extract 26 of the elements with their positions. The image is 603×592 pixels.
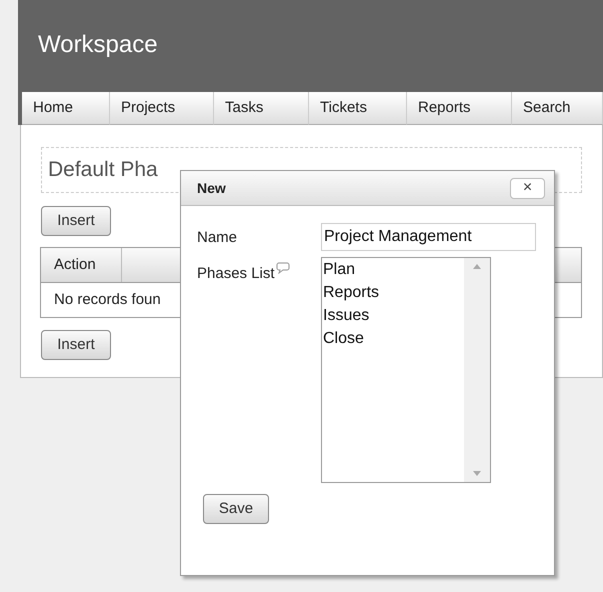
scroll-down-icon[interactable] [473,471,481,476]
phase-item[interactable]: Issues [323,304,370,327]
phase-item[interactable]: Reports [323,281,380,304]
nav-tab[interactable]: Tickets [309,92,407,125]
empty-message: No records foun [54,290,161,310]
insert-button[interactable]: Insert [41,206,111,236]
field-label: Phases List [197,264,275,284]
scrollbar[interactable] [464,258,490,482]
column-header: Action [41,248,122,282]
close-button[interactable]: × [510,178,545,198]
nav-tab[interactable]: Tasks [214,92,309,125]
save-button[interactable]: Save [203,494,269,524]
phase-item[interactable]: Plan [323,258,356,281]
comment-icon [276,262,290,274]
nav-tab[interactable]: Projects [110,92,214,125]
nav-tab[interactable]: Reports [407,92,512,125]
site-title: Workspace [37,30,158,60]
name-field[interactable]: Project Management [321,223,536,251]
field-label: Name [197,228,238,248]
insert-button[interactable]: Insert [41,330,111,360]
scroll-up-icon[interactable] [473,264,481,269]
phase-item[interactable]: Close [323,327,364,350]
nav-tab[interactable]: Search [512,92,603,125]
nav-tab[interactable]: Home [22,92,110,125]
dialog-title: New [197,178,226,198]
section-title: Default Pha [48,157,158,184]
